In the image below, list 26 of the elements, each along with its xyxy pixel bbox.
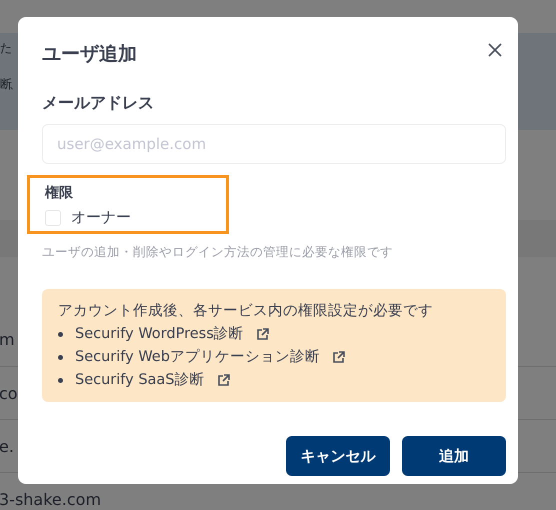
external-link-icon[interactable] — [332, 350, 345, 364]
service-link[interactable]: Securify WordPress診断 — [75, 324, 244, 344]
table-cell: 3-shake.com — [0, 490, 102, 508]
table-cell: co — [0, 384, 18, 402]
field-label: 権限 — [45, 184, 74, 202]
help-text: ユーザの追加・削除やログイン方法の管理に必要な権限です — [42, 244, 394, 261]
field-label: メールアドレス — [42, 93, 155, 114]
close-icon[interactable] — [488, 43, 502, 57]
dialog-title: ユーザ追加 — [42, 42, 137, 67]
banner-text: 断、 — [0, 76, 18, 93]
dialog-button[interactable]: 追加 — [402, 436, 506, 476]
table-cell: e. — [0, 436, 14, 456]
external-link-icon[interactable] — [256, 328, 269, 340]
email-field[interactable]: user@example.com — [42, 124, 506, 164]
bullet-icon — [58, 354, 63, 360]
dialog-button[interactable]: キャンセル — [286, 436, 390, 476]
service-link[interactable]: Securify Webアプリケーション診断 — [75, 347, 320, 367]
external-link-icon[interactable] — [216, 374, 230, 386]
bullet-icon — [58, 332, 63, 336]
checkbox-label: オーナー — [71, 208, 131, 227]
checkbox[interactable] — [45, 210, 61, 226]
table-cell: m — [0, 330, 15, 349]
banner-text: た — [0, 40, 9, 57]
notice-text: アカウント作成後、各サービス内の権限設定が必要です — [58, 302, 434, 321]
bullet-icon — [58, 378, 63, 382]
service-link[interactable]: Securify SaaS診断 — [75, 370, 204, 390]
